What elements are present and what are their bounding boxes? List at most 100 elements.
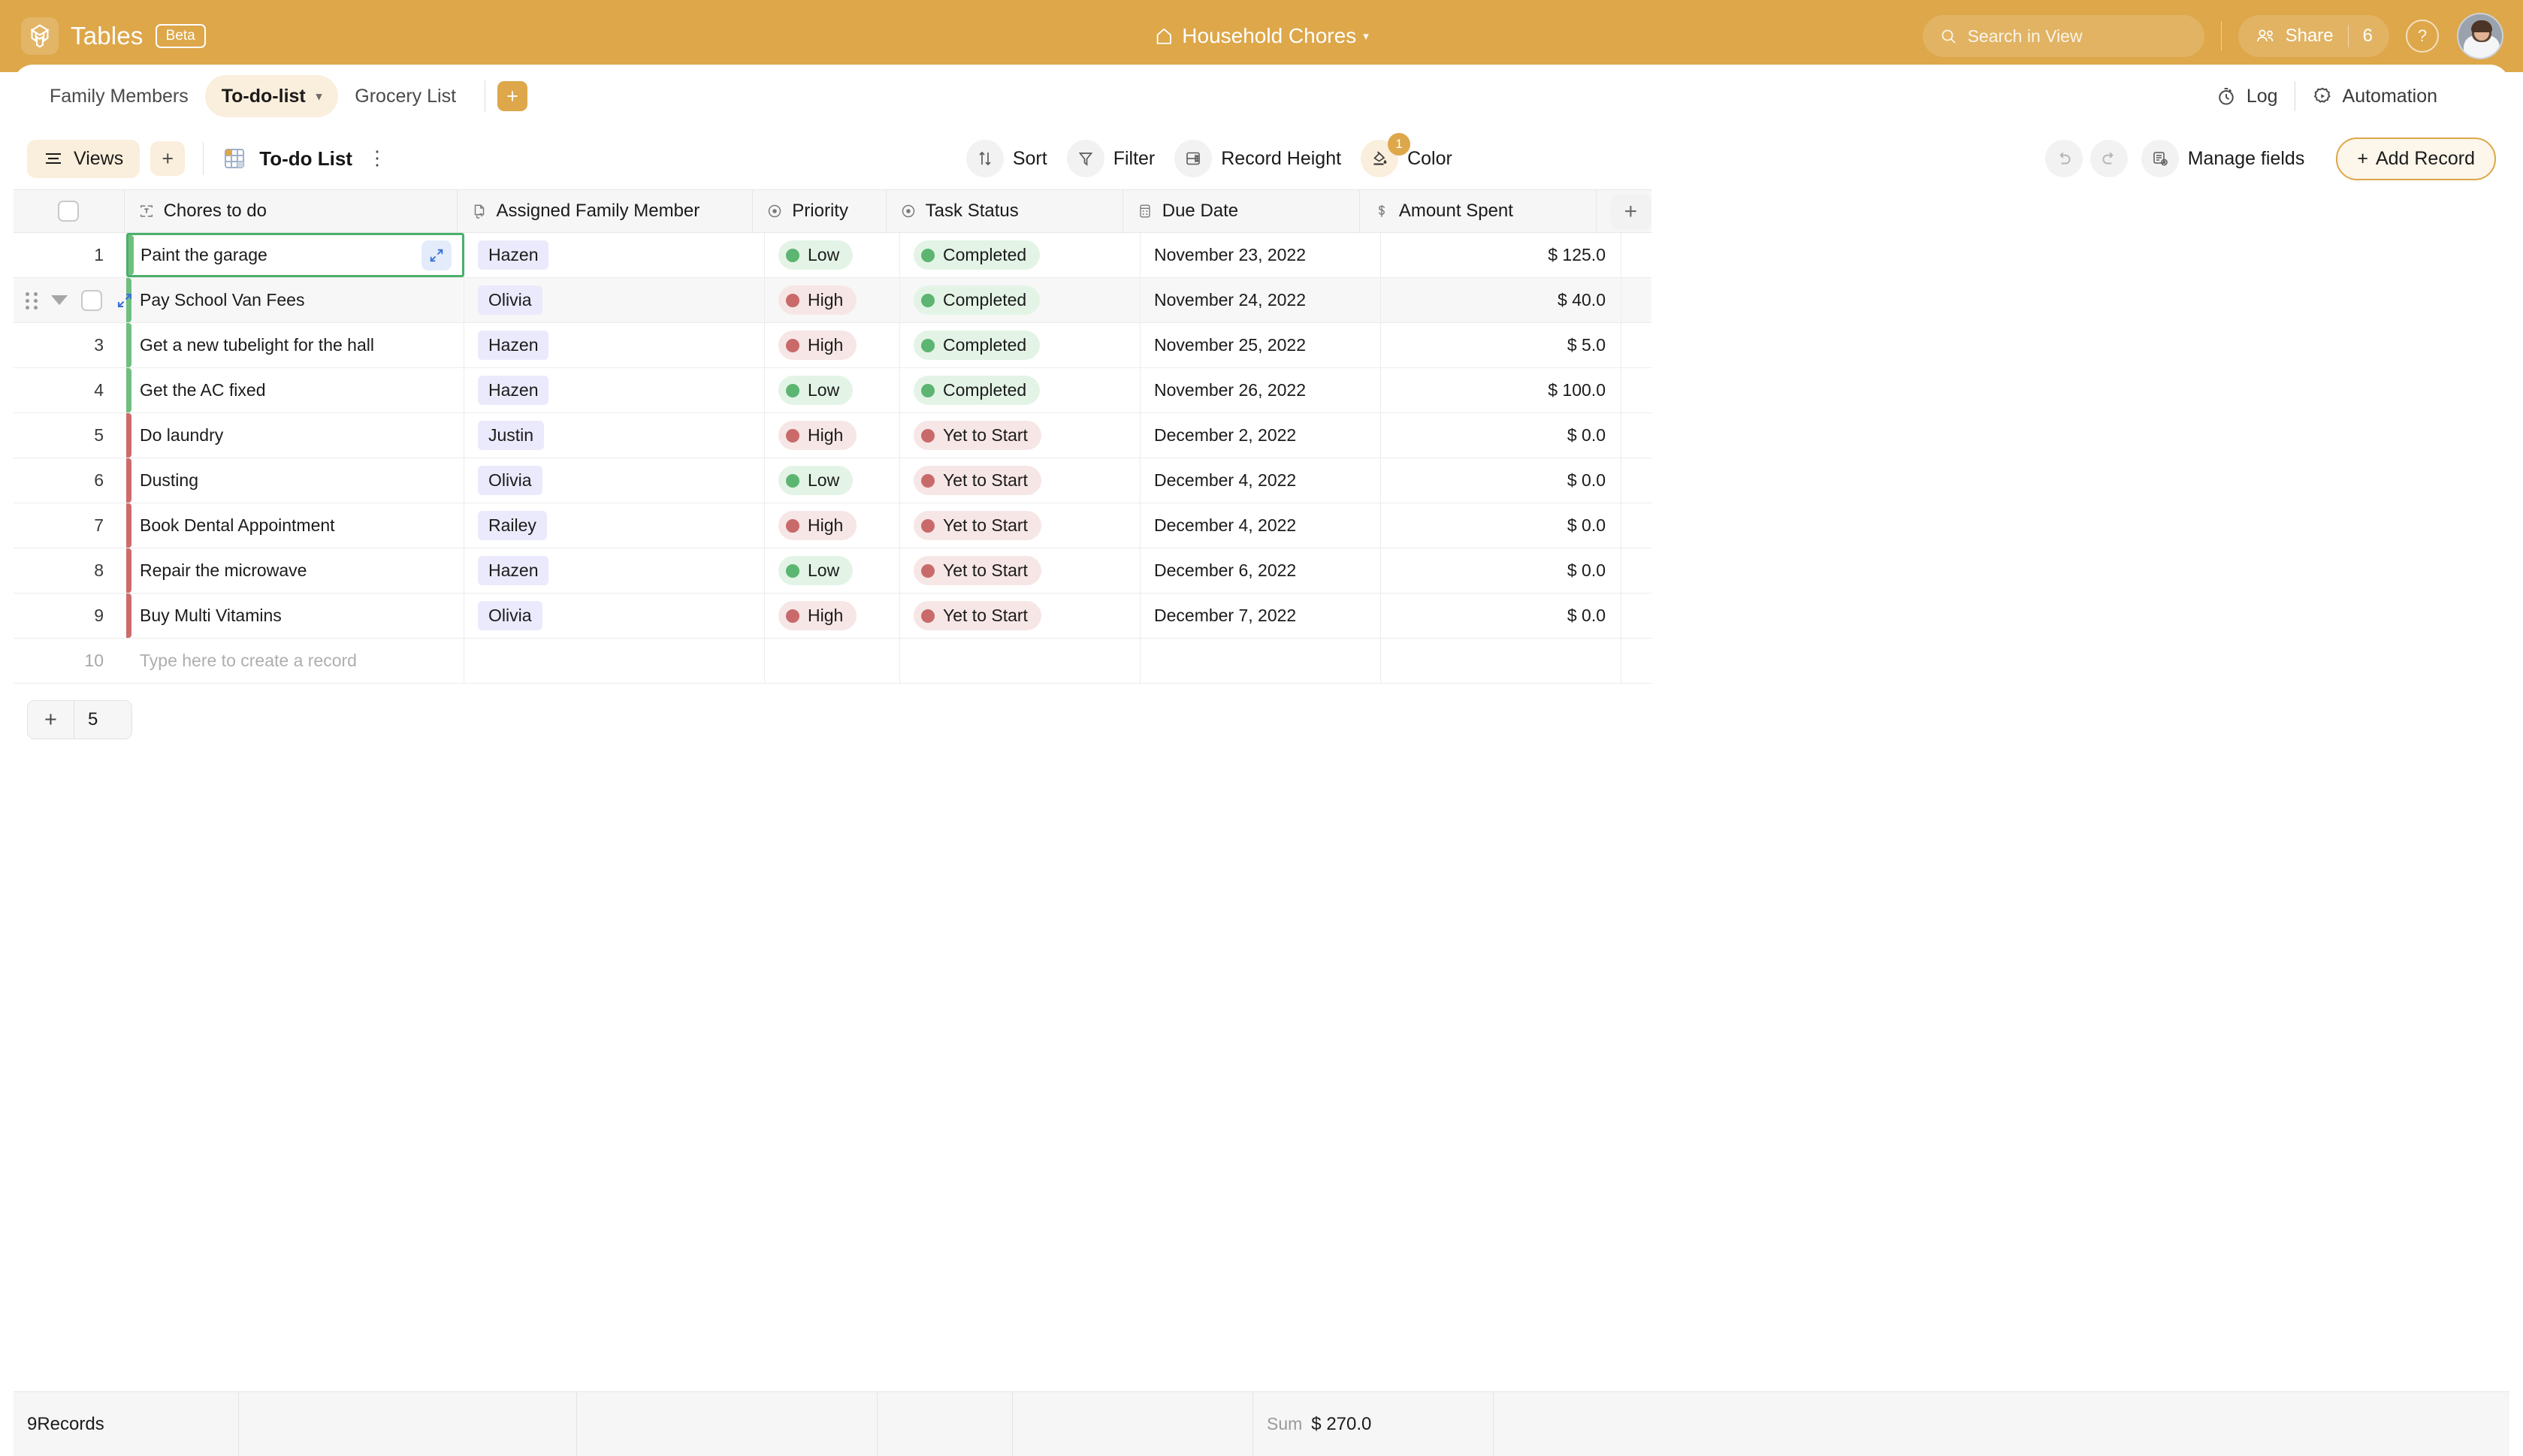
cell-member[interactable]: Olivia (464, 594, 765, 638)
row-checkbox[interactable] (81, 290, 102, 311)
new-record-cell[interactable] (1141, 639, 1381, 683)
manage-fields-button[interactable]: Manage fields (2141, 140, 2319, 177)
table-row[interactable]: 3 Get a new tubelight for the hall Hazen… (14, 323, 1651, 368)
new-record-cell[interactable] (900, 639, 1141, 683)
cell-priority[interactable]: Low (765, 233, 900, 277)
color-button[interactable]: 1 Color (1361, 140, 1466, 177)
cell-priority[interactable]: Low (765, 368, 900, 412)
cell-chore[interactable]: Dusting (126, 458, 464, 503)
new-record-cell[interactable] (1381, 639, 1621, 683)
column-header-priority[interactable]: Priority (753, 190, 886, 232)
cell-member[interactable]: Railey (464, 503, 765, 548)
log-button[interactable]: Log (2199, 86, 2295, 107)
footer-cell[interactable] (1013, 1392, 1253, 1456)
cell-amount[interactable]: $ 0.0 (1381, 594, 1621, 638)
user-avatar[interactable] (2457, 13, 2503, 59)
cell-due-date[interactable]: November 23, 2022 (1141, 233, 1381, 277)
table-row[interactable]: 8 Repair the microwave Hazen Low (14, 548, 1651, 594)
search-input[interactable]: Search in View (1923, 15, 2204, 57)
cell-due-date[interactable]: December 7, 2022 (1141, 594, 1381, 638)
tab-to-do-list[interactable]: To-do-list ▾ (205, 75, 339, 117)
new-record-cell[interactable] (765, 639, 900, 683)
cell-chore[interactable]: Get a new tubelight for the hall (126, 323, 464, 367)
cell-member[interactable]: Hazen (464, 548, 765, 593)
cell-chore[interactable]: Get the AC fixed (126, 368, 464, 412)
table-row[interactable]: 1 Paint the garage Hazen (14, 233, 1651, 278)
cell-member[interactable]: Olivia (464, 278, 765, 322)
cell-status[interactable]: Completed (900, 278, 1141, 322)
cell-due-date[interactable]: November 24, 2022 (1141, 278, 1381, 322)
table-row[interactable]: Pay School Van Fees Olivia High Complete… (14, 278, 1651, 323)
footer-cell[interactable] (878, 1392, 1013, 1456)
cell-due-date[interactable]: November 26, 2022 (1141, 368, 1381, 412)
table-row[interactable]: 7 Book Dental Appointment Railey High (14, 503, 1651, 548)
table-row[interactable]: 4 Get the AC fixed Hazen Low (14, 368, 1651, 413)
footer-cell[interactable] (239, 1392, 577, 1456)
cell-member[interactable]: Hazen (464, 323, 765, 367)
footer-cell[interactable] (577, 1392, 878, 1456)
sort-button[interactable]: Sort (966, 140, 1061, 177)
cell-priority[interactable]: Low (765, 548, 900, 593)
cell-amount[interactable]: $ 125.0 (1381, 233, 1621, 277)
column-header-due-date[interactable]: Due Date (1123, 190, 1360, 232)
cell-status[interactable]: Completed (900, 368, 1141, 412)
column-header-chores-to-do[interactable]: Chores to do (125, 190, 458, 232)
share-button[interactable]: Share 6 (2238, 15, 2389, 57)
cell-member[interactable]: Justin (464, 413, 765, 458)
add-view-button[interactable]: + (150, 141, 185, 176)
column-header-assigned-family-member[interactable]: Assigned Family Member (458, 190, 754, 232)
add-table-button[interactable]: + (497, 81, 527, 111)
cell-due-date[interactable]: December 4, 2022 (1141, 503, 1381, 548)
column-header-amount-spent[interactable]: Amount Spent (1360, 190, 1597, 232)
cell-priority[interactable]: High (765, 503, 900, 548)
select-all-checkbox[interactable] (14, 190, 125, 232)
plus-icon[interactable]: + (28, 701, 74, 739)
new-record-row[interactable]: 10 Type here to create a record (14, 639, 1651, 684)
chevron-down-icon[interactable] (51, 295, 68, 305)
cell-status[interactable]: Completed (900, 323, 1141, 367)
expand-record-icon[interactable] (422, 240, 452, 270)
add-record-button[interactable]: + Add Record (2336, 137, 2496, 180)
cell-amount[interactable]: $ 0.0 (1381, 503, 1621, 548)
table-row[interactable]: 5 Do laundry Justin High (14, 413, 1651, 458)
cell-due-date[interactable]: December 2, 2022 (1141, 413, 1381, 458)
add-column-button[interactable]: + (1610, 195, 1651, 229)
cell-status[interactable]: Yet to Start (900, 458, 1141, 503)
cell-amount[interactable]: $ 0.0 (1381, 548, 1621, 593)
add-rows-count-input[interactable]: 5 (74, 701, 131, 739)
document-title[interactable]: Household Chores ▾ (1154, 24, 1368, 48)
cell-due-date[interactable]: December 6, 2022 (1141, 548, 1381, 593)
table-row[interactable]: 6 Dusting Olivia Low Ye (14, 458, 1651, 503)
redo-button[interactable] (2090, 140, 2128, 177)
cell-status[interactable]: Yet to Start (900, 548, 1141, 593)
cell-amount[interactable]: $ 0.0 (1381, 458, 1621, 503)
cell-chore[interactable]: Pay School Van Fees (126, 278, 464, 322)
cell-member[interactable]: Hazen (464, 233, 765, 277)
cell-status[interactable]: Yet to Start (900, 413, 1141, 458)
cell-status[interactable]: Completed (900, 233, 1141, 277)
drag-handle-icon[interactable] (26, 292, 38, 309)
automation-button[interactable]: Automation (2295, 86, 2454, 107)
filter-button[interactable]: Filter (1067, 140, 1169, 177)
cell-member[interactable]: Hazen (464, 368, 765, 412)
cell-member[interactable]: Olivia (464, 458, 765, 503)
cell-priority[interactable]: High (765, 323, 900, 367)
cell-chore[interactable]: Buy Multi Vitamins (126, 594, 464, 638)
cell-chore[interactable]: Repair the microwave (126, 548, 464, 593)
cell-chore[interactable]: Paint the garage (126, 233, 464, 277)
cell-amount[interactable]: $ 5.0 (1381, 323, 1621, 367)
cell-due-date[interactable]: December 4, 2022 (1141, 458, 1381, 503)
cell-due-date[interactable]: November 25, 2022 (1141, 323, 1381, 367)
cell-amount[interactable]: $ 100.0 (1381, 368, 1621, 412)
cell-priority[interactable]: Low (765, 458, 900, 503)
cell-chore[interactable]: Book Dental Appointment (126, 503, 464, 548)
add-multiple-rows-button[interactable]: + 5 (27, 700, 132, 739)
table-row[interactable]: 9 Buy Multi Vitamins Olivia High (14, 594, 1651, 639)
cell-priority[interactable]: High (765, 594, 900, 638)
cell-priority[interactable]: High (765, 413, 900, 458)
footer-sum-cell[interactable]: Sum $ 270.0 (1253, 1392, 1494, 1456)
views-button[interactable]: Views (27, 140, 140, 178)
cell-chore[interactable]: Do laundry (126, 413, 464, 458)
record-height-button[interactable]: Record Height (1174, 140, 1355, 177)
help-icon[interactable]: ? (2406, 20, 2439, 53)
